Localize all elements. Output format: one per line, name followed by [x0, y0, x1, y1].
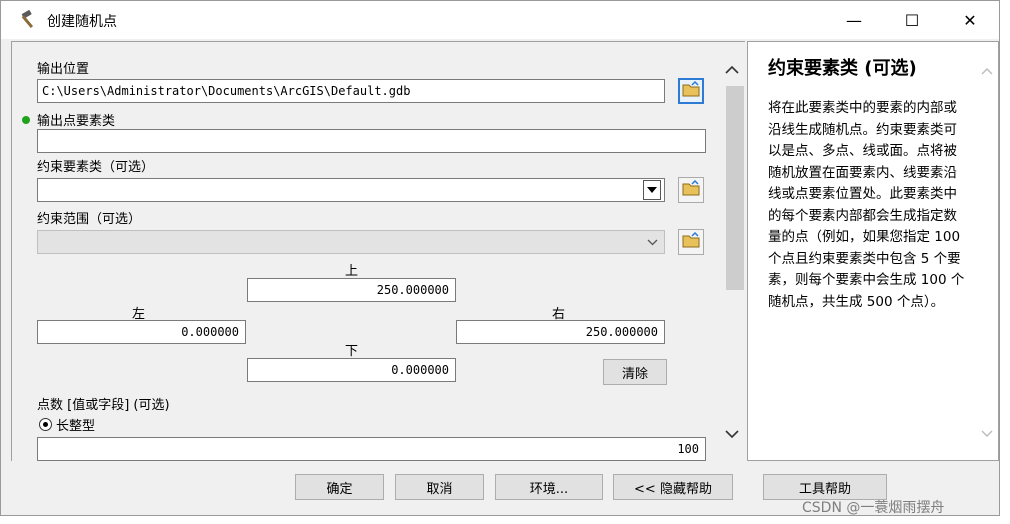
long-type-radio[interactable]: [39, 418, 52, 431]
extent-right-input[interactable]: 250.000000: [456, 320, 665, 344]
output-point-fc-label: 输出点要素类: [37, 114, 116, 129]
constraint-fc-dropdown[interactable]: [37, 178, 665, 202]
help-pane: 约束要素类 (可选) 将在此要素类中的要素的内部或沿线生成随机点。约束要素类可以…: [747, 41, 999, 461]
parameters-pane: 输出位置 C:\Users\Administrator\Documents\Ar…: [11, 41, 745, 461]
browse-extent-button[interactable]: [678, 229, 704, 255]
constraint-extent-dropdown[interactable]: [37, 230, 665, 254]
extent-left-input[interactable]: 0.000000: [37, 320, 246, 344]
chevron-down-icon[interactable]: [643, 233, 661, 251]
minimize-button[interactable]: —: [825, 1, 883, 39]
extent-top-label: 上: [345, 264, 359, 279]
hide-help-button[interactable]: << 隐藏帮助: [613, 474, 733, 500]
help-body: 将在此要素类中的要素的内部或沿线生成随机点。约束要素类可以是点、多点、线或面。点…: [768, 100, 965, 310]
chevron-down-icon[interactable]: [643, 180, 661, 200]
chevron-down-icon[interactable]: [718, 422, 745, 446]
extent-bottom-label: 下: [345, 344, 359, 359]
extent-top-input[interactable]: 250.000000: [247, 278, 456, 302]
output-location-input[interactable]: C:\Users\Administrator\Documents\ArcGIS\…: [37, 79, 665, 103]
ok-button[interactable]: 确定: [295, 474, 384, 500]
required-indicator-icon: [22, 116, 30, 124]
folder-icon: [682, 80, 700, 101]
parameters-scrollbar[interactable]: [718, 42, 745, 461]
constraint-fc-label: 约束要素类（可选）: [37, 160, 155, 175]
chevron-down-icon[interactable]: [976, 422, 998, 444]
maximize-button[interactable]: ☐: [883, 1, 941, 39]
folder-icon: [682, 179, 700, 200]
hammer-icon: [19, 10, 41, 30]
point-count-input[interactable]: 100: [37, 437, 706, 461]
output-point-fc-input[interactable]: [37, 129, 706, 153]
watermark-text: CSDN @一蓑烟雨摆舟: [802, 500, 945, 516]
cancel-button[interactable]: 取消: [395, 474, 484, 500]
help-title: 约束要素类 (可选): [768, 58, 917, 79]
constraint-extent-label: 约束范围（可选）: [37, 212, 142, 227]
extent-bottom-input[interactable]: 0.000000: [247, 358, 456, 382]
long-type-label: 长整型: [56, 419, 96, 434]
output-location-label: 输出位置: [37, 62, 90, 77]
clear-extent-button[interactable]: 清除: [603, 359, 667, 385]
dialog-window: 创建随机点 — ☐ ✕ 输出位置 C:\Users\Administrator\…: [0, 0, 1000, 516]
chevron-up-icon[interactable]: [718, 58, 745, 82]
chevron-up-icon[interactable]: [976, 60, 998, 82]
close-button[interactable]: ✕: [941, 1, 999, 39]
folder-icon: [682, 231, 700, 252]
browse-output-location-button[interactable]: [678, 78, 704, 104]
environments-button[interactable]: 环境...: [495, 474, 603, 500]
point-count-label: 点数 [值或字段] (可选): [37, 398, 170, 413]
browse-constraint-fc-button[interactable]: [678, 177, 704, 203]
scrollbar-thumb[interactable]: [726, 86, 744, 290]
help-scrollbar[interactable]: [976, 42, 998, 460]
title-bar: 创建随机点 — ☐ ✕: [1, 1, 999, 39]
window-title: 创建随机点: [47, 14, 117, 30]
